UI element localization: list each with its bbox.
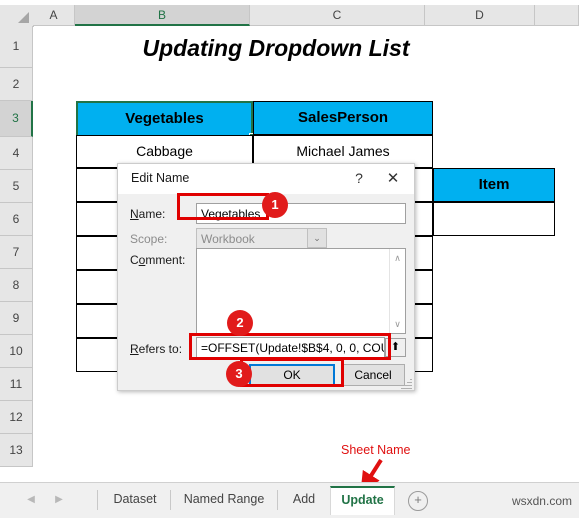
watermark: wsxdn.com [511, 494, 572, 508]
row-header-1[interactable]: 1 [0, 26, 33, 68]
cell-c3-salesperson-header[interactable]: SalesPerson [253, 101, 433, 135]
chevron-down-icon: ⌄ [307, 228, 327, 248]
scope-label: Scope: [130, 232, 168, 246]
select-all-triangle-icon [18, 12, 29, 23]
dialog-title-bar[interactable]: Edit Name ? ✕ [118, 164, 414, 194]
sheet-name-annotation-label: Sheet Name [341, 443, 411, 457]
step-badge-1: 1 [262, 192, 288, 218]
add-sheet-icon[interactable]: + [408, 491, 428, 511]
annotation-box-ok-button [240, 358, 344, 387]
row-header-7[interactable]: 7 [0, 236, 33, 269]
column-header-x4[interactable] [535, 5, 579, 26]
column-headers: ABCD [33, 5, 579, 26]
cell-d6-dropdown-target[interactable] [433, 202, 555, 236]
comment-label: Comment: [130, 253, 186, 267]
row-header-4[interactable]: 4 [0, 137, 33, 170]
tab-bar-divider [170, 490, 171, 510]
row-header-5[interactable]: 5 [0, 170, 33, 203]
annotation-box-refers-to [189, 333, 391, 360]
sheet-tab-dataset[interactable]: Dataset [102, 486, 168, 515]
dialog-title: Edit Name [131, 171, 190, 185]
step-badge-2: 2 [227, 310, 253, 336]
tab-bar-divider [277, 490, 278, 510]
row-header-2[interactable]: 2 [0, 68, 33, 101]
column-header-b[interactable]: B [75, 5, 250, 26]
step-badge-3: 3 [226, 361, 252, 387]
comment-scrollbar[interactable]: ∧ ∨ [389, 249, 405, 333]
close-icon[interactable]: ✕ [382, 169, 404, 189]
tab-bar-divider [97, 490, 98, 510]
column-header-d[interactable]: D [425, 5, 535, 26]
column-header-c[interactable]: C [250, 5, 425, 26]
sheet-tab-named-range[interactable]: Named Range [174, 486, 274, 515]
resize-grip-icon[interactable] [400, 377, 412, 389]
help-icon[interactable]: ? [349, 169, 369, 189]
row-header-11[interactable]: 11 [0, 368, 33, 401]
select-all-corner[interactable] [0, 5, 34, 27]
excel-screenshot: ABCD 1 2 3 4 5 6 7 8 9 10 11 12 13 Updating Dropdown… [0, 0, 579, 518]
annotation-box-name-field [177, 193, 269, 220]
refers-to-label: Refers to: [130, 342, 183, 356]
scroll-up-icon[interactable]: ∧ [390, 251, 405, 265]
row-header-9[interactable]: 9 [0, 302, 33, 335]
sheet-tab-update[interactable]: Update [330, 486, 395, 515]
tab-nav-next-icon[interactable]: ▶ [50, 492, 68, 508]
row-header-13[interactable]: 13 [0, 434, 33, 467]
column-header-a[interactable]: A [33, 5, 75, 26]
row-header-6[interactable]: 6 [0, 203, 33, 236]
scroll-down-icon[interactable]: ∨ [390, 317, 405, 331]
row-header-3[interactable]: 3 [0, 101, 33, 137]
sheet-tab-bar: ◀ ▶ Dataset Named Range Add Update + wsxdn.… [0, 482, 579, 518]
row-header-12[interactable]: 12 [0, 401, 33, 434]
row-header-10[interactable]: 10 [0, 335, 33, 368]
name-label: Name: [130, 207, 166, 221]
row-header-8[interactable]: 8 [0, 269, 33, 302]
cell-d5-item-header[interactable]: Item [433, 168, 555, 202]
sheet-title-cell: Updating Dropdown List [142, 35, 410, 61]
cancel-button[interactable]: Cancel [341, 364, 405, 386]
cell-b3-vegetables-header[interactable]: Vegetables [76, 101, 253, 137]
sheet-tab-add[interactable]: Add [282, 486, 326, 515]
tab-nav-prev-icon[interactable]: ◀ [22, 492, 40, 508]
